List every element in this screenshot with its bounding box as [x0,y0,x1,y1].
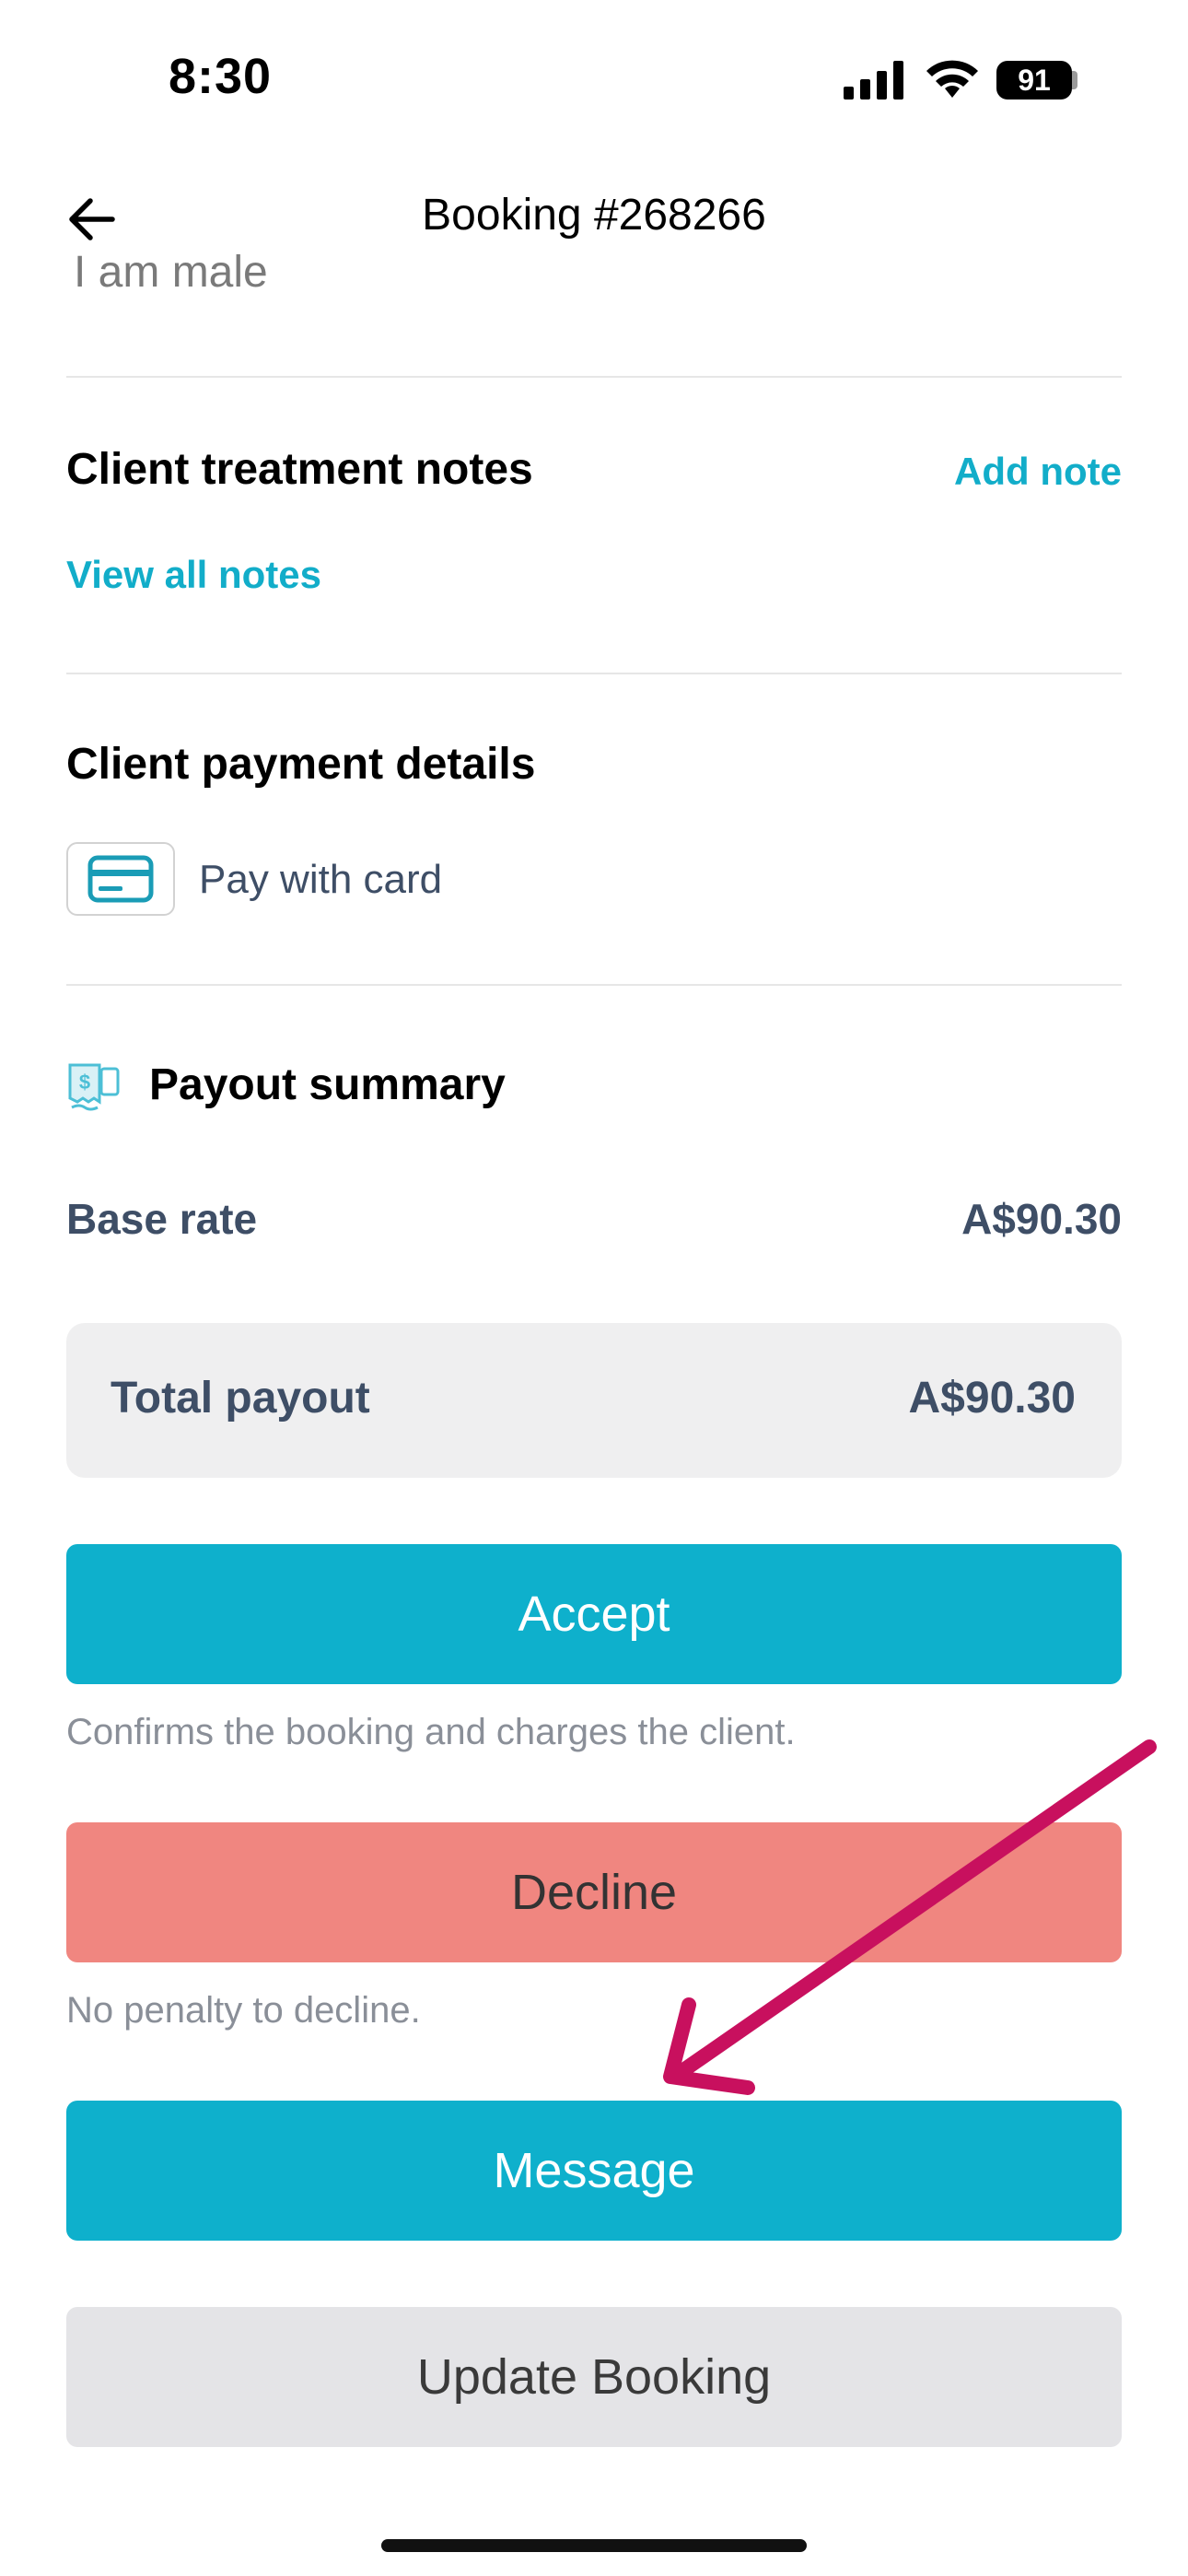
accept-button[interactable]: Accept [66,1544,1122,1684]
status-time: 8:30 [169,49,273,104]
back-arrow-icon[interactable] [64,192,120,247]
divider [66,673,1122,674]
battery-icon: 91 [996,61,1072,100]
total-payout-label: Total payout [111,1374,370,1423]
payout-receipt-icon: $ [68,1063,120,1111]
cellular-signal-icon [844,61,903,100]
battery-tip [1072,71,1077,89]
view-all-notes-link[interactable]: View all notes [66,553,321,597]
wifi-icon [926,60,978,98]
add-note-link[interactable]: Add note [954,450,1122,494]
accept-hint: Confirms the booking and charges the cli… [66,1712,796,1752]
treatment-notes-title: Client treatment notes [66,445,533,494]
divider [66,984,1122,986]
message-button[interactable]: Message [66,2101,1122,2241]
base-rate-value: A$90.30 [961,1195,1122,1243]
update-booking-button[interactable]: Update Booking [66,2307,1122,2447]
base-rate-label: Base rate [66,1195,258,1243]
battery-level: 91 [1018,63,1051,97]
svg-text:$: $ [79,1071,90,1094]
decline-button[interactable]: Decline [66,1822,1122,1962]
credit-card-icon [66,842,175,916]
payout-summary-title: Payout summary [149,1060,506,1109]
divider [66,376,1122,378]
clipped-gender-value: I am male [74,248,268,297]
payment-method-label: Pay with card [199,857,443,902]
total-payout-value: A$90.30 [908,1374,1076,1423]
decline-hint: No penalty to decline. [66,1990,421,2031]
payment-details-title: Client payment details [66,740,536,789]
clipped-gender-text: I am male [74,245,442,306]
page-title: Booking #268266 [422,191,766,240]
home-indicator[interactable] [381,2539,807,2552]
